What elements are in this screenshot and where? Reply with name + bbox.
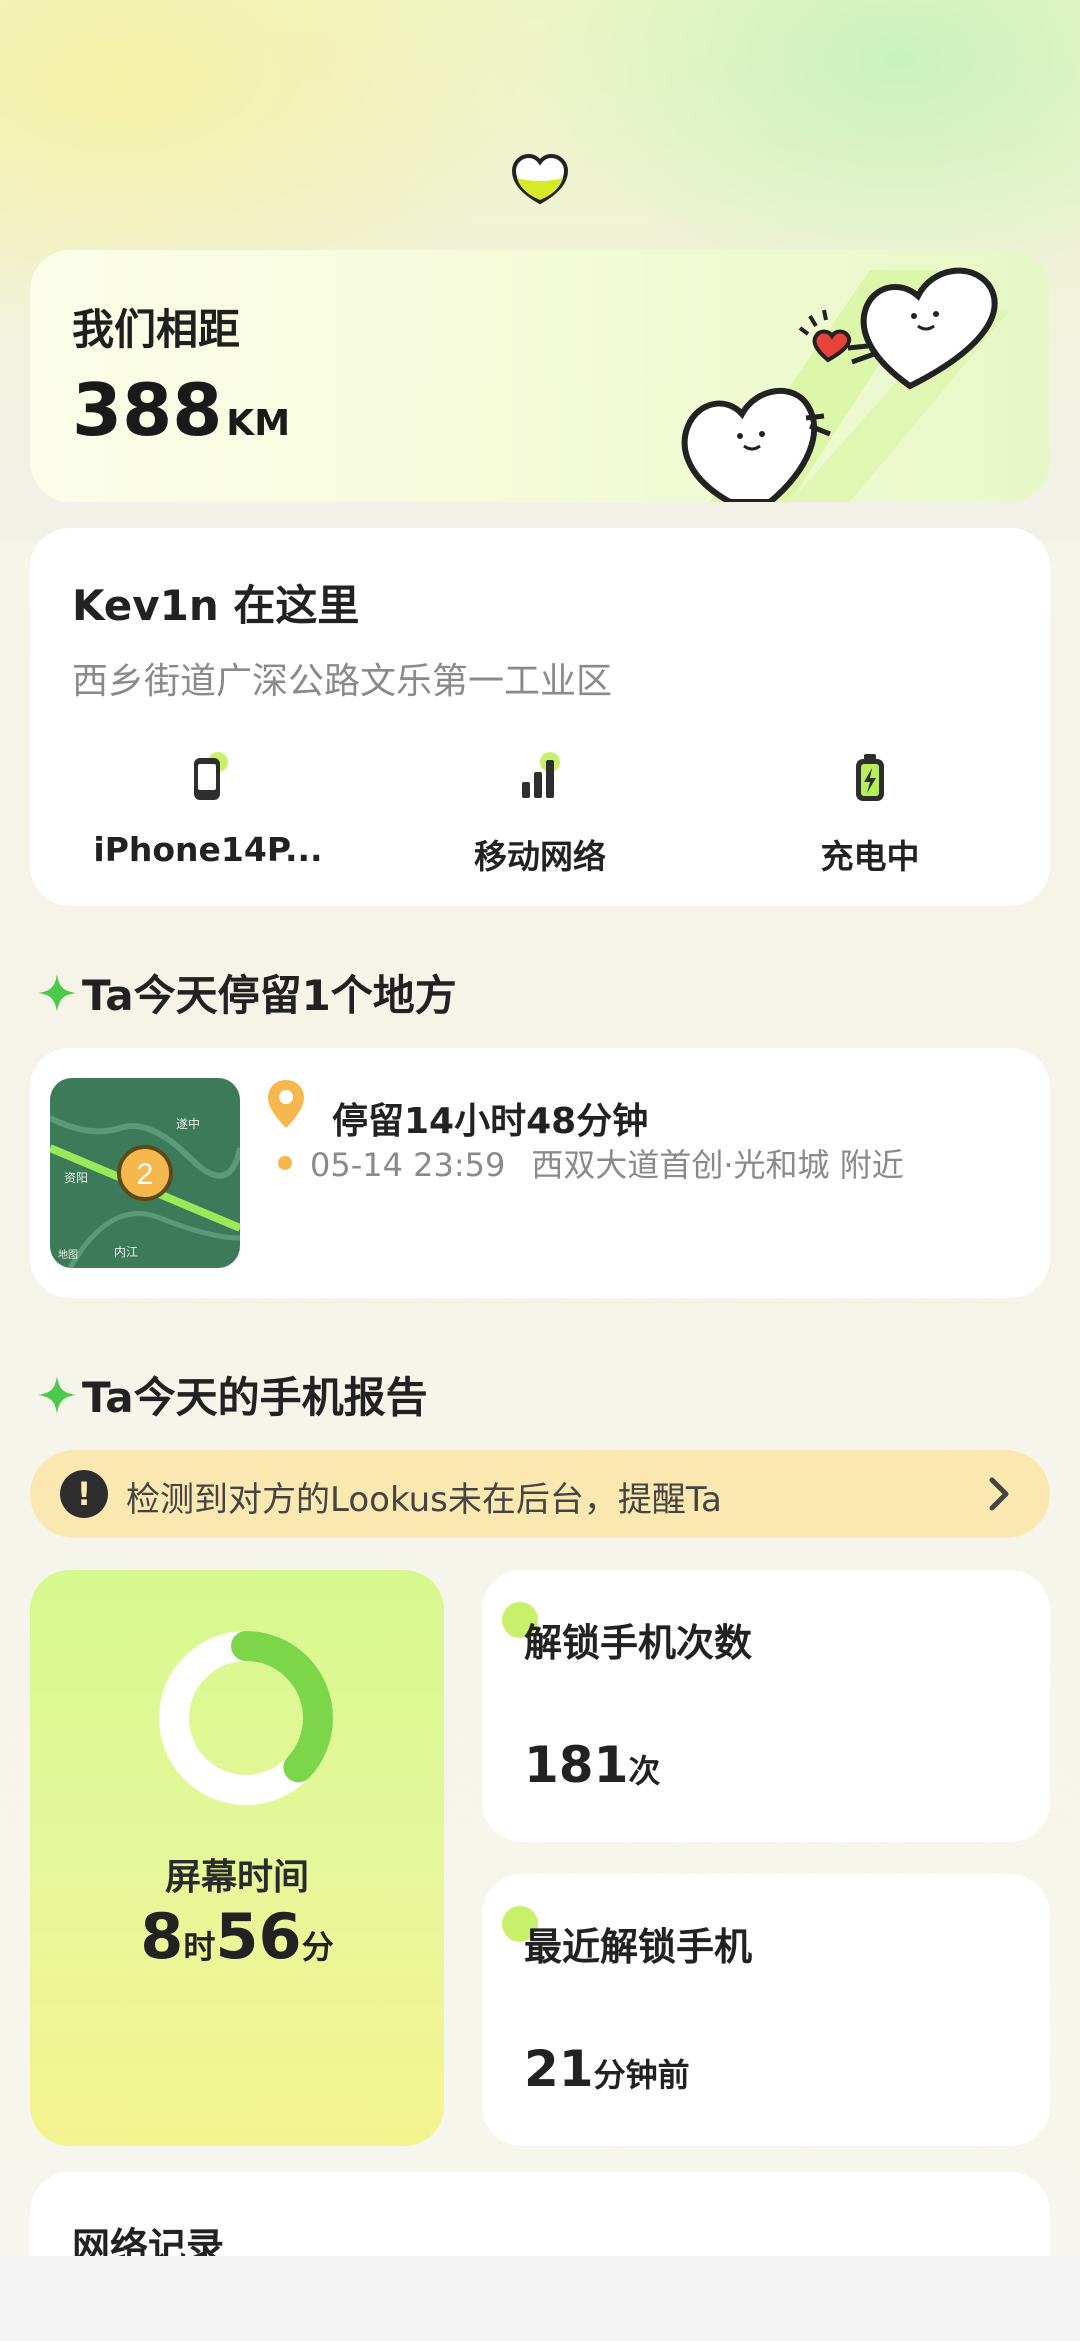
sparkle-icon [38,973,76,1012]
stay-bullet [278,1156,292,1170]
location-card[interactable]: Kev1n 在这里 西乡街道广深公路文乐第一工业区 iPhone14P... 移… [30,528,1050,906]
last-unlock-title: 最近解锁手机 [524,1925,753,1969]
signal-icon [522,752,560,798]
background-alert-banner[interactable]: ! 检测到对方的Lookus未在后台，提醒Ta [30,1450,1050,1538]
network-label: 移动网络 [474,837,606,876]
report-section-title-text: Ta今天的手机报告 [82,1373,428,1422]
sparkle-icon [38,1375,76,1414]
last-unlock-value: 21分钟前 [524,2040,690,2098]
distance-title: 我们相距 [72,305,241,354]
battery-label: 充电中 [820,837,920,876]
distance-value: 388 KM [72,368,290,452]
partner-address: 西乡街道广深公路文乐第一工业区 [72,661,613,702]
distance-number: 388 [72,368,223,452]
device-stat: iPhone14P... [58,750,358,869]
last-unlock-number: 21 [524,2040,594,2098]
unlock-count-value: 181次 [524,1736,660,1794]
distance-unit: KM [226,403,291,444]
battery-stat: 充电中 [720,750,1020,878]
battery-charging-icon [856,754,884,801]
device-label: iPhone14P... [93,830,323,869]
stay-section-title-text: Ta今天停留1个地方 [82,971,457,1020]
screen-time-ring [159,1631,333,1805]
hugging-hearts-illustration-icon [681,267,1010,502]
unlock-count-title: 解锁手机次数 [524,1621,753,1665]
stay-duration: 停留14小时48分钟 [332,1101,649,1142]
alert-text: 检测到对方的Lookus未在后台，提醒Ta [126,1480,722,1520]
screen-time-hours-unit: 时 [183,1928,216,1966]
map-thumbnail[interactable]: 2 遂中 资阳 内江 地图 [50,1078,240,1268]
unlock-count-number: 181 [524,1736,629,1794]
screen-time-minutes: 56 [215,1900,302,1973]
phone-icon [194,752,228,800]
stay-time: 05-14 23:59 [310,1146,506,1184]
last-unlock-card[interactable]: 最近解锁手机 21分钟前 [482,1874,1050,2146]
map-attribution: 地图 [58,1248,78,1261]
screen-time-label: 屏幕时间 [164,1857,309,1898]
app-heart-logo-icon [512,154,568,205]
report-section-title: Ta今天的手机报告 [36,1364,428,1425]
network-stat: 移动网络 [390,750,690,878]
chevron-right-icon [989,1477,1009,1511]
location-pin-icon [268,1080,304,1128]
screen-time-minutes-unit: 分 [301,1928,334,1966]
map-stop-count: 2 [137,1158,154,1191]
screen-time-card[interactable]: 屏幕时间 8时56分 [30,1570,444,2146]
map-label-suizhong: 遂中 [176,1116,200,1131]
distance-card: 我们相距 388 KM [30,250,1050,502]
stay-section-title: Ta今天停留1个地方 [36,962,457,1023]
exclamation-icon: ! [60,1470,108,1518]
stay-card[interactable]: 2 遂中 资阳 内江 地图 停留14小时48分钟 05-14 23:59 西双大道… [30,1048,1050,1298]
stay-info: 05-14 23:59 西双大道首创·光和城 附近 [310,1140,904,1186]
bottom-bar-background [0,2256,1080,2341]
map-label-ziyang: 资阳 [64,1171,88,1185]
screen-time-value: 8时56分 [30,1900,444,1973]
map-label-neijiang: 内江 [114,1245,138,1259]
screen-time-hours: 8 [140,1900,184,1973]
partner-location-title: Kev1n 在这里 [72,581,360,630]
unlock-count-card[interactable]: 解锁手机次数 181次 [482,1570,1050,1842]
last-unlock-unit: 分钟前 [593,2056,690,2094]
stay-place: 西双大道首创·光和城 附近 [531,1146,904,1184]
unlock-count-unit: 次 [628,1752,661,1790]
